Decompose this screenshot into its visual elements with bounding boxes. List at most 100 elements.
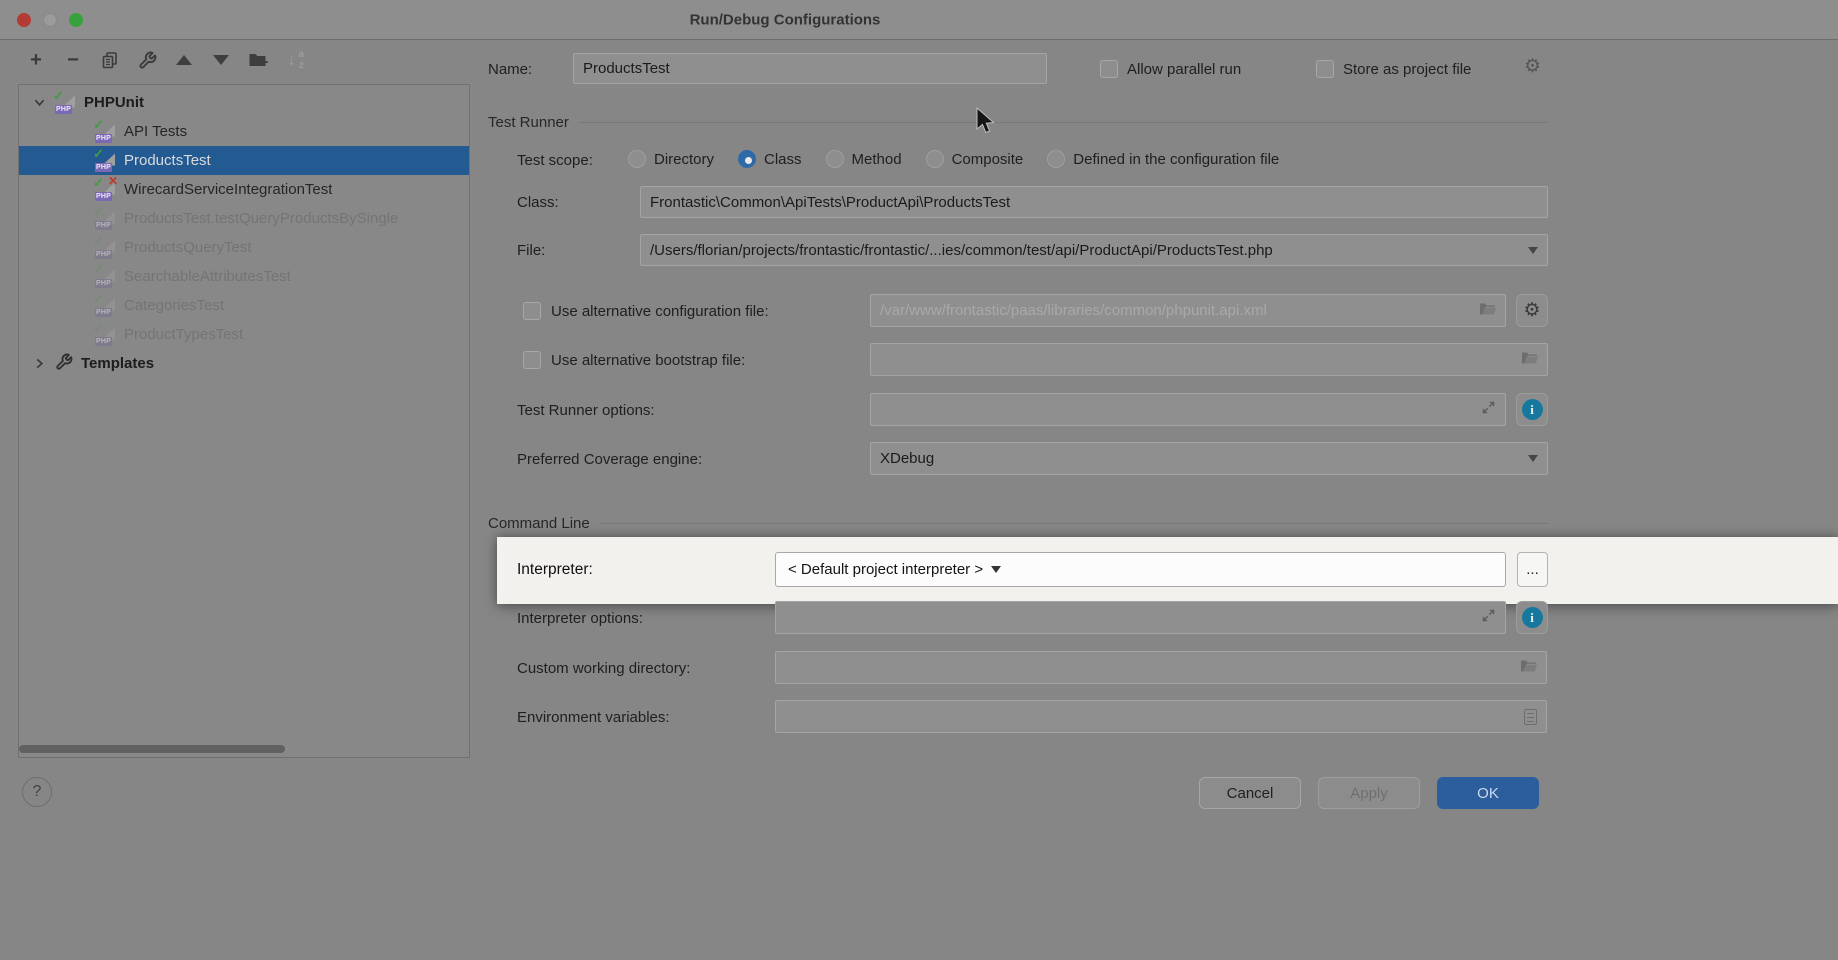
interpreter-combobox[interactable]: < Default project interpreter >	[775, 552, 1506, 587]
chevron-right-icon[interactable]	[31, 357, 47, 370]
phpunit-icon: PHP ✓	[93, 320, 116, 346]
phpunit-icon: PHP ✓	[93, 204, 116, 230]
open-folder-icon[interactable]	[1520, 659, 1537, 677]
chevron-down-icon[interactable]	[31, 96, 47, 109]
phpunit-icon: PHP ✓	[93, 233, 116, 259]
chevron-down-icon[interactable]	[991, 566, 1002, 573]
tree-item-api-tests[interactable]: PHP ✓ API Tests	[19, 117, 469, 146]
tree-item-wirecardserviceintegrationtest[interactable]: PHP ✓ ✕ WirecardServiceIntegrationTest	[19, 174, 469, 204]
class-input[interactable]: Frontastic\Common\ApiTests\ProductApi\Pr…	[640, 186, 1548, 218]
radio-label: Defined in the configuration file	[1073, 150, 1280, 168]
radio-icon[interactable]	[925, 150, 944, 168]
mouse-cursor	[975, 106, 999, 142]
help-button[interactable]: ?	[22, 777, 52, 807]
tree-item-label: WirecardServiceIntegrationTest	[124, 181, 333, 198]
file-combobox[interactable]: /Users/florian/projects/frontastic/front…	[640, 234, 1548, 266]
tree-horizontal-scrollbar[interactable]	[19, 745, 285, 753]
allow-parallel-run-label: Allow parallel run	[1127, 61, 1242, 78]
custom-working-directory-label: Custom working directory:	[517, 660, 691, 677]
info-icon: i	[1521, 607, 1543, 628]
interpreter-label: Interpreter:	[517, 561, 593, 578]
test-runner-section-header: Test Runner	[488, 114, 1548, 131]
move-up-icon[interactable]	[172, 48, 196, 72]
chevron-down-icon[interactable]	[1528, 246, 1538, 254]
open-folder-icon[interactable]	[1479, 302, 1496, 320]
info-icon: i	[1521, 399, 1543, 420]
tree-item-templates[interactable]: Templates	[19, 349, 469, 378]
phpunit-icon: PHP ✓	[93, 146, 116, 172]
allow-parallel-run-checkbox[interactable]	[1100, 60, 1118, 78]
tree-item-label: ProductTypesTest	[124, 326, 244, 343]
radio-icon[interactable]	[628, 150, 646, 168]
test-scope-radio-directory[interactable]: Directory	[628, 150, 714, 168]
test-scope-radio-defined-in-the-configuration-file[interactable]: Defined in the configuration file	[1047, 150, 1279, 168]
gear-icon: ⚙	[1523, 300, 1541, 321]
window-title: Run/Debug Configurations	[689, 11, 881, 28]
store-as-project-file-checkbox[interactable]	[1316, 60, 1334, 78]
tree-item-categoriestest[interactable]: PHP ✓ CategoriesTest	[19, 291, 469, 320]
file-label: File:	[517, 242, 546, 259]
expand-field-icon[interactable]	[1481, 400, 1496, 419]
chevron-down-icon[interactable]	[1528, 455, 1538, 462]
edit-defaults-wrench-icon[interactable]	[135, 48, 159, 72]
store-options-gear-icon[interactable]: ⚙	[1524, 57, 1541, 77]
environment-variables-input[interactable]	[775, 700, 1547, 733]
tree-item-label: ProductsQueryTest	[124, 239, 252, 256]
new-folder-icon[interactable]	[246, 48, 270, 72]
interpreter-options-label: Interpreter options:	[517, 610, 643, 627]
phpunit-icon: PHP ✓	[93, 262, 116, 288]
phpunit-icon: PHP ✓	[93, 291, 116, 317]
zoom-window-button[interactable]	[69, 13, 83, 27]
copy-icon[interactable]	[98, 48, 122, 72]
tree-item-label: API Tests	[124, 123, 188, 140]
interpreter-options-info-button[interactable]: i	[1516, 601, 1548, 634]
preferred-coverage-engine-combobox[interactable]: XDebug	[870, 442, 1548, 475]
alternative-bootstrap-file-input[interactable]	[870, 343, 1548, 376]
radio-label: Class	[764, 150, 802, 168]
test-scope-label: Test scope:	[517, 152, 593, 169]
config-tree: PHP ✓ PHPUnit PHP ✓ API Tests PHP ✓ ProductsTest…	[18, 84, 470, 758]
radio-icon[interactable]	[738, 150, 757, 168]
configurations-toolbar: + − ↓ a z	[24, 48, 307, 72]
move-down-icon[interactable]	[209, 48, 233, 72]
test-scope-radio-method[interactable]: Method	[825, 150, 902, 168]
apply-button[interactable]: Apply	[1318, 777, 1420, 809]
test-scope-options: Directory Class Method Composite Defined in …	[628, 150, 1279, 168]
use-alternative-bootstrap-file-checkbox[interactable]	[523, 351, 541, 369]
close-window-button[interactable]	[17, 13, 31, 27]
configuration-settings-button[interactable]: ⚙	[1516, 294, 1548, 327]
tree-item-searchableattributestest[interactable]: PHP ✓ SearchableAttributesTest	[19, 262, 469, 291]
open-folder-icon[interactable]	[1521, 351, 1538, 369]
list-editor-icon[interactable]	[1524, 708, 1537, 725]
custom-working-directory-input[interactable]	[775, 651, 1547, 684]
radio-icon[interactable]	[1047, 150, 1066, 168]
ok-button[interactable]: OK	[1437, 777, 1539, 809]
add-icon[interactable]: +	[24, 48, 48, 72]
sort-alphabetically-icon[interactable]: ↓ a z	[283, 48, 307, 72]
tree-item-productsquerytest[interactable]: PHP ✓ ProductsQueryTest	[19, 233, 469, 262]
expand-field-icon[interactable]	[1481, 608, 1496, 627]
use-alternative-configuration-file-checkbox[interactable]	[523, 302, 541, 320]
tree-item-productstest[interactable]: PHP ✓ ProductsTest	[19, 146, 469, 175]
test-scope-radio-composite[interactable]: Composite	[925, 150, 1023, 168]
cancel-button[interactable]: Cancel	[1199, 777, 1301, 809]
minimize-window-button[interactable]	[43, 13, 57, 27]
tree-item-productstest-testqueryproductsbysingle[interactable]: PHP ✓ ProductsTest.testQueryProductsBySing…	[19, 204, 469, 233]
remove-icon[interactable]: −	[61, 48, 85, 72]
interpreter-browse-button[interactable]: ...	[1517, 552, 1548, 587]
test-runner-options-input[interactable]	[870, 393, 1506, 426]
name-input[interactable]	[573, 53, 1047, 84]
store-as-project-file-label: Store as project file	[1343, 61, 1472, 78]
test-scope-radio-class[interactable]: Class	[738, 150, 802, 168]
use-alternative-bootstrap-file-label: Use alternative bootstrap file:	[551, 352, 746, 369]
tree-item-phpunit[interactable]: PHP ✓ PHPUnit	[19, 88, 469, 117]
alternative-configuration-file-input[interactable]: /var/www/frontastic/paas/libraries/commo…	[870, 294, 1506, 327]
name-label: Name:	[488, 61, 533, 78]
radio-icon[interactable]	[825, 150, 844, 168]
test-runner-options-info-button[interactable]: i	[1516, 393, 1548, 426]
tree-item-label: CategoriesTest	[124, 297, 225, 314]
interpreter-options-input[interactable]	[775, 601, 1506, 634]
radio-label: Directory	[654, 150, 715, 168]
tree-item-producttypestest[interactable]: PHP ✓ ProductTypesTest	[19, 320, 469, 349]
wrench-icon	[55, 353, 73, 375]
